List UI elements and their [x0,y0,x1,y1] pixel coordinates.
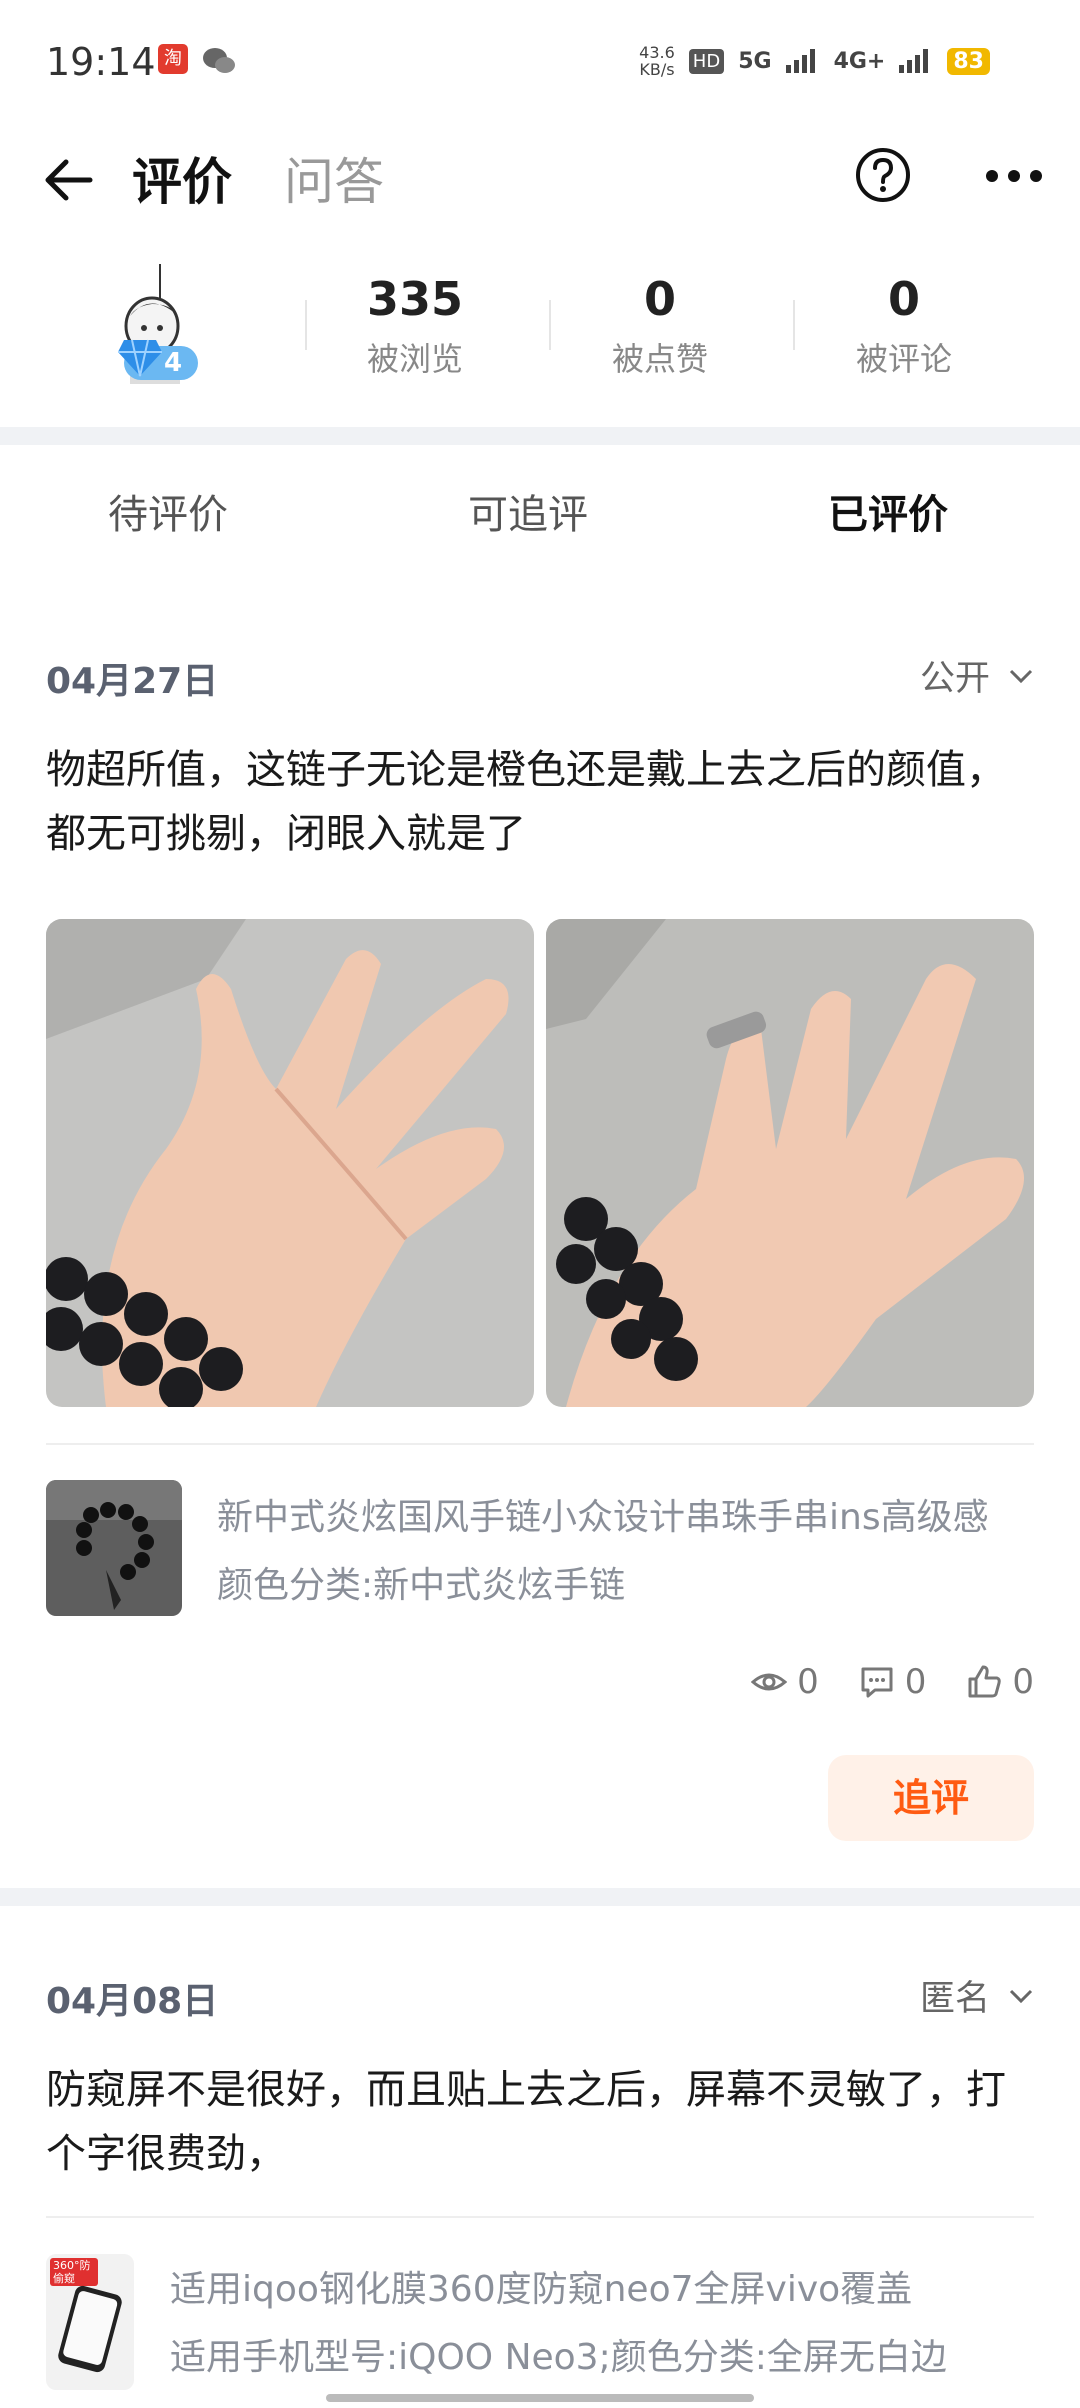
stat-divider [549,300,551,350]
likes-value: 0 [1012,1662,1034,1702]
section-separator [0,1888,1080,1906]
product-title[interactable]: 新中式炎炫国风手链小众设计串珠手串ins高级感 [217,1488,989,1540]
wechat-notification-icon [202,46,236,83]
product-thumbnail[interactable] [46,1480,182,1616]
stat-divider [793,300,795,350]
signal-5g-icon: 5G [738,48,772,74]
comment-icon [861,1667,893,1698]
eye-icon [751,1673,788,1691]
review-text: 物超所值，这链子无论是橙色还是戴上去之后的颜值，都无可挑剔，闭眼入就是了 [46,747,1006,857]
divider [46,1443,1034,1445]
stat-views: 335 被浏览 [325,272,505,380]
views-count: 0 [751,1662,819,1702]
views-value: 0 [797,1662,819,1702]
diamond-icon [118,339,162,377]
visibility-label: 公开 [919,659,990,699]
stat-likes: 0 被点赞 [570,272,750,380]
visibility-dropdown[interactable]: 匿名 [920,1970,1034,2021]
network-speed-value: 43.6 [639,43,675,62]
comments-count[interactable]: 0 [859,1662,927,1702]
product-thumbnail-badge: 360°防偷窥 [50,2258,98,2286]
stat-views-value: 335 [366,272,464,326]
tab-qa[interactable]: 问答 [284,142,384,214]
review-card: 04月08日 匿名 防窥屏不是很好，而且贴上去之后，屏幕不灵敏了，打个字很费劲，… [46,1960,1034,2400]
phone-screen-icon [58,2285,122,2373]
chevron-down-icon [1009,1989,1033,2003]
review-photo[interactable] [546,919,1034,1407]
help-icon[interactable] [854,146,912,204]
product-variant: 适用手机型号:iQOO Neo3;颜色分类:全屏无白边 [170,2337,947,2378]
review-card: 04月27日 公开 物超所值，这链子无论是橙色还是戴上去之后的颜值，都无可挑剔，… [46,640,1034,1841]
stat-likes-label: 被点赞 [611,340,708,378]
product-thumbnail[interactable]: 360°防偷窥 [46,2254,134,2390]
status-time: 19:14 [46,40,156,84]
profile-stats: 4 335 被浏览 0 被点赞 0 被评论 [0,250,1080,430]
likes-count[interactable]: 0 [966,1662,1034,1702]
more-options-icon[interactable] [984,168,1044,184]
review-date: 04月27日 [46,661,219,702]
stat-views-label: 被浏览 [366,340,463,378]
stat-divider [305,300,307,350]
stat-comments-value: 0 [887,272,920,326]
battery-icon: 83 [947,47,990,75]
review-actions: 0 0 0 [751,1662,1034,1702]
signal-bars-icon [785,49,815,73]
network-speed-unit: KB/s [639,60,675,79]
tab-reviewed[interactable]: 已评价 [828,482,948,540]
followup-button[interactable]: 追评 [828,1755,1034,1841]
home-indicator[interactable] [326,2394,754,2402]
network-speed: 43.6 KB/s [639,44,675,78]
review-date: 04月08日 [46,1981,219,2022]
review-text: 防窥屏不是很好，而且贴上去之后，屏幕不灵敏了，打个字很费劲， [46,2067,1006,2177]
back-arrow-icon[interactable] [40,150,100,210]
tab-reviews[interactable]: 评价 [132,142,232,214]
review-photo[interactable] [46,919,534,1407]
review-tabs: 待评价 可追评 已评价 [0,440,1080,580]
comments-value: 0 [904,1662,927,1702]
hd-icon: HD [688,48,725,74]
stat-comments: 0 被评论 [814,272,994,380]
stat-comments-label: 被评论 [855,340,952,378]
tab-followup[interactable]: 可追评 [468,482,588,540]
signal-4g-icon: 4G+ [833,48,886,74]
status-bar: 19:14 淘 43.6 KB/s HD 5G 4G+ 83 [0,0,1080,120]
visibility-dropdown[interactable]: 公开 [920,650,1034,701]
status-indicators: 43.6 KB/s HD 5G 4G+ 83 [639,44,990,78]
taobao-notification-icon: 淘 [158,44,188,74]
divider [46,2216,1034,2218]
tab-pending[interactable]: 待评价 [108,482,228,540]
stat-likes-value: 0 [643,272,676,326]
thumbs-up-icon [968,1665,1002,1698]
top-nav: 评价 问答 [0,120,1080,240]
chevron-down-icon [1009,669,1033,683]
signal-bars-icon-2 [899,49,929,73]
product-title[interactable]: 适用iqoo钢化膜360度防窥neo7全屏vivo覆盖 [170,2260,912,2312]
visibility-label: 匿名 [919,1979,990,2019]
product-variant: 颜色分类:新中式炎炫手链 [217,1565,626,1606]
